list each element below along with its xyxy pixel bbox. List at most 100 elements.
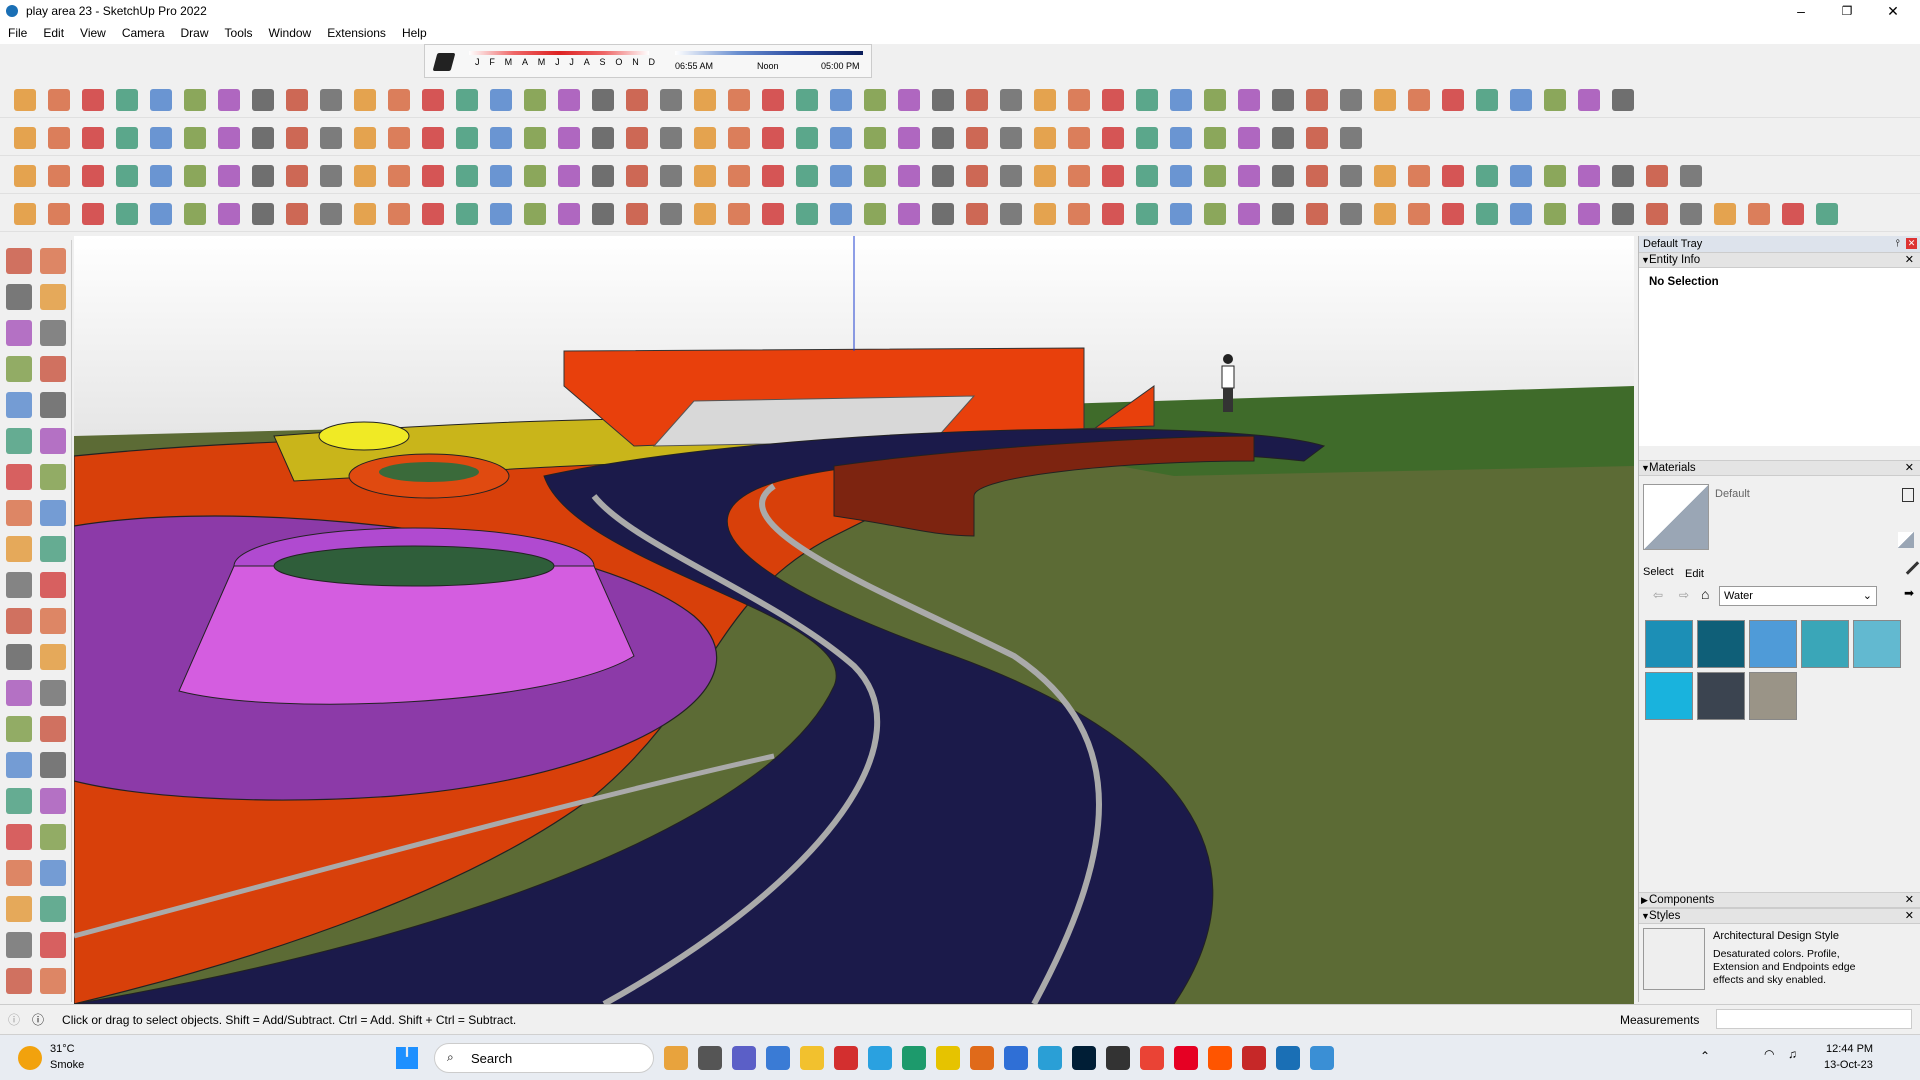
toolbar-tool-icon[interactable] (1136, 127, 1158, 149)
toolbar-tool-icon[interactable] (1170, 89, 1192, 111)
toolbar-tool-icon[interactable] (1238, 89, 1260, 111)
taskbar-app-icon[interactable] (1174, 1046, 1198, 1070)
toolbar-tool-icon[interactable] (728, 203, 750, 225)
toolbar-tool-icon[interactable] (150, 165, 172, 187)
toolbar-tool-icon[interactable] (1544, 89, 1566, 111)
toolbar-tool-icon[interactable] (1510, 89, 1532, 111)
toolbar-tool-icon[interactable] (796, 165, 818, 187)
taskbar-app-icon[interactable] (1106, 1046, 1130, 1070)
tray-close-icon[interactable]: ✕ (1906, 238, 1917, 249)
toolbar-tool-icon[interactable] (1204, 203, 1226, 225)
toolbar-tool-icon[interactable] (1510, 165, 1532, 187)
material-name[interactable]: Default (1715, 488, 1750, 500)
maximize-icon[interactable]: ❐ (1824, 0, 1870, 22)
toolbar-tool-icon[interactable] (1476, 89, 1498, 111)
toolbar-tool-icon[interactable] (184, 89, 206, 111)
toolbar-tool-icon[interactable] (694, 127, 716, 149)
tab-edit[interactable]: Edit (1685, 568, 1704, 580)
toolbar-tool-icon[interactable] (1306, 127, 1328, 149)
material-swatch[interactable] (1749, 620, 1797, 668)
toolbar-tool-icon[interactable] (864, 127, 886, 149)
toolbar-tool-icon[interactable] (626, 127, 648, 149)
toolbar-tool-icon[interactable] (762, 127, 784, 149)
left-tool-icon[interactable] (6, 320, 32, 346)
toolbar-tool-icon[interactable] (558, 127, 580, 149)
toolbar-tool-icon[interactable] (252, 165, 274, 187)
toolbar-tool-icon[interactable] (1272, 203, 1294, 225)
toolbar-tool-icon[interactable] (1170, 203, 1192, 225)
toolbar-tool-icon[interactable] (1068, 127, 1090, 149)
toolbar-tool-icon[interactable] (1204, 165, 1226, 187)
toolbar-tool-icon[interactable] (1034, 127, 1056, 149)
toolbar-tool-icon[interactable] (626, 165, 648, 187)
toolbar-tool-icon[interactable] (796, 203, 818, 225)
toolbar-tool-icon[interactable] (252, 127, 274, 149)
left-tool-icon[interactable] (40, 284, 66, 310)
toolbar-tool-icon[interactable] (1612, 89, 1634, 111)
toolbar-tool-icon[interactable] (966, 89, 988, 111)
toolbar-tool-icon[interactable] (150, 203, 172, 225)
taskbar-app-icon[interactable] (1072, 1046, 1096, 1070)
toolbar-tool-icon[interactable] (1136, 89, 1158, 111)
toolbar-tool-icon[interactable] (116, 89, 138, 111)
menu-draw[interactable]: Draw (173, 26, 217, 40)
toolbar-tool-icon[interactable] (456, 89, 478, 111)
toolbar-tool-icon[interactable] (1068, 203, 1090, 225)
toolbar-tool-icon[interactable] (422, 203, 444, 225)
toolbar-tool-icon[interactable] (626, 203, 648, 225)
toolbar-tool-icon[interactable] (1442, 89, 1464, 111)
left-tool-icon[interactable] (6, 644, 32, 670)
toolbar-tool-icon[interactable] (1374, 165, 1396, 187)
toolbar-tool-icon[interactable] (116, 127, 138, 149)
left-tool-icon[interactable] (40, 896, 66, 922)
style-name[interactable]: Architectural Design Style (1713, 930, 1839, 942)
toolbar-tool-icon[interactable] (1000, 127, 1022, 149)
toolbar-tool-icon[interactable] (1306, 89, 1328, 111)
toolbar-tool-icon[interactable] (82, 89, 104, 111)
left-tool-icon[interactable] (40, 464, 66, 490)
toolbar-tool-icon[interactable] (660, 89, 682, 111)
toolbar-tool-icon[interactable] (286, 203, 308, 225)
left-tool-icon[interactable] (40, 788, 66, 814)
drawing-viewport[interactable] (74, 236, 1634, 1004)
toolbar-tool-icon[interactable] (694, 89, 716, 111)
toolbar-tool-icon[interactable] (184, 127, 206, 149)
toolbar-tool-icon[interactable] (456, 203, 478, 225)
toolbar-tool-icon[interactable] (116, 165, 138, 187)
left-tool-icon[interactable] (40, 824, 66, 850)
taskbar-app-icon[interactable] (698, 1046, 722, 1070)
toolbar-tool-icon[interactable] (252, 89, 274, 111)
toolbar-tool-icon[interactable] (354, 203, 376, 225)
toolbar-tool-icon[interactable] (1306, 203, 1328, 225)
taskbar-app-icon[interactable] (1004, 1046, 1028, 1070)
toolbar-tool-icon[interactable] (932, 165, 954, 187)
toolbar-tool-icon[interactable] (1136, 165, 1158, 187)
toolbar-tool-icon[interactable] (14, 89, 36, 111)
panel-close-icon[interactable]: ✕ (1905, 893, 1914, 908)
toolbar-tool-icon[interactable] (1340, 203, 1362, 225)
toolbar-tool-icon[interactable] (422, 127, 444, 149)
toolbar-tool-icon[interactable] (286, 165, 308, 187)
left-tool-icon[interactable] (40, 752, 66, 778)
left-tool-icon[interactable] (6, 392, 32, 418)
toolbar-tool-icon[interactable] (592, 165, 614, 187)
taskbar-app-icon[interactable] (1310, 1046, 1334, 1070)
toolbar-tool-icon[interactable] (660, 165, 682, 187)
taskbar-app-icon[interactable] (1208, 1046, 1232, 1070)
search-input[interactable]: ⌕ Search (434, 1043, 654, 1073)
clock-time[interactable]: 12:44 PM (1826, 1043, 1873, 1055)
toolbar-tool-icon[interactable] (1340, 89, 1362, 111)
taskbar-app-icon[interactable] (936, 1046, 960, 1070)
material-swatch[interactable] (1697, 672, 1745, 720)
menu-help[interactable]: Help (394, 26, 435, 40)
toolbar-tool-icon[interactable] (1408, 89, 1430, 111)
toolbar-tool-icon[interactable] (1680, 165, 1702, 187)
left-tool-icon[interactable] (6, 716, 32, 742)
toolbar-tool-icon[interactable] (1000, 203, 1022, 225)
default-material-icon[interactable] (1898, 532, 1914, 548)
toolbar-tool-icon[interactable] (1238, 165, 1260, 187)
toolbar-tool-icon[interactable] (1306, 165, 1328, 187)
toolbar-tool-icon[interactable] (1442, 165, 1464, 187)
toolbar-tool-icon[interactable] (354, 165, 376, 187)
left-tool-icon[interactable] (6, 284, 32, 310)
